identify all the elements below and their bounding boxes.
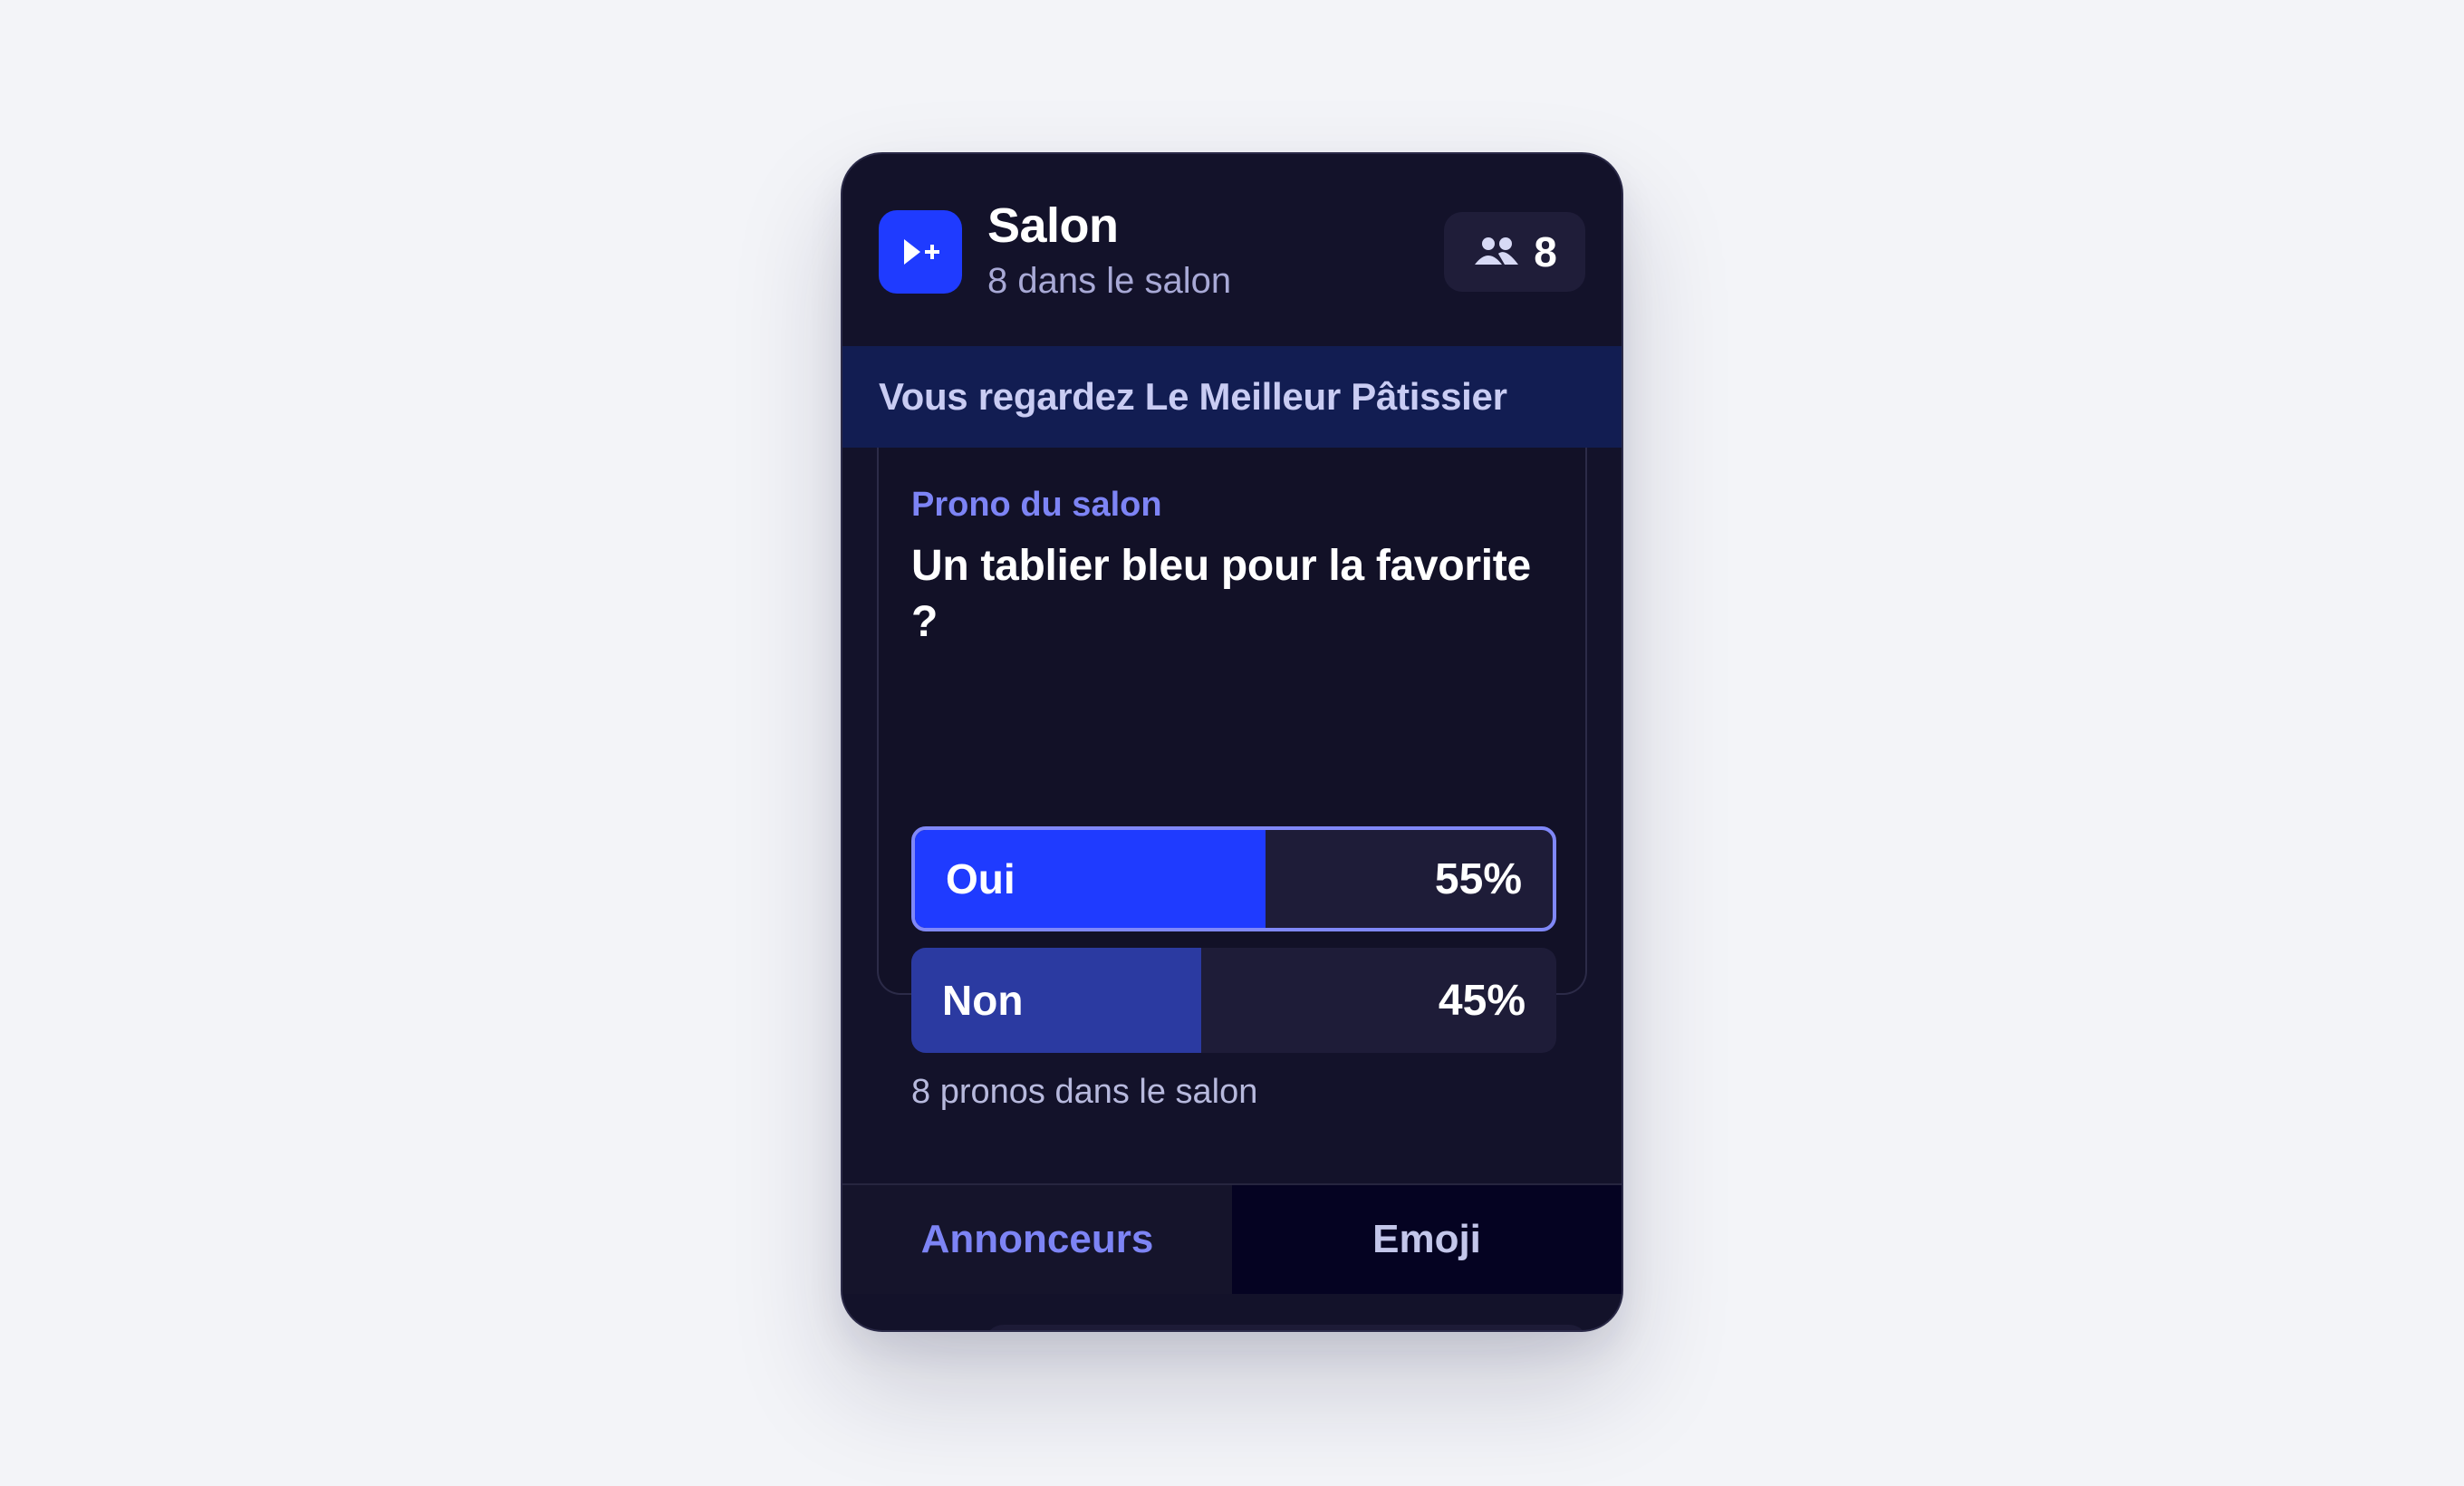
app-logo [879,210,962,294]
poll-card: Prono du salon Un tablier bleu pour la f… [877,448,1587,1111]
poll-option-label: Oui [946,855,1015,902]
tab-emoji[interactable]: Emoji [1232,1185,1622,1294]
poll-question: Un tablier bleu pour la favorite ? [911,542,1531,646]
poll-option-percent: 55% [1434,854,1522,903]
now-watching-banner: Vous regardez Le Meilleur Pâtissier [842,346,1622,448]
poll-option-oui[interactable]: Oui 55% [911,826,1556,931]
message-composer [984,1325,1589,1330]
users-icon [1475,237,1519,265]
tab-bar: Annonceurs Emoji [842,1183,1622,1294]
header: Salon 8 dans le salon 8 [842,154,1622,346]
room-subtitle: 8 dans le salon [987,261,1232,301]
poll-option-percent: 45% [1438,976,1526,1025]
message-input[interactable] [1015,1325,1471,1330]
poll-option-label: Non [942,977,1024,1024]
tab-annonceurs[interactable]: Annonceurs [842,1185,1232,1294]
salon-panel: Salon 8 dans le salon 8 Vous regardez Le… [841,152,1623,1332]
play-plus-icon [904,239,939,265]
poll-vote-count: 8 pronos dans le salon [911,1073,1258,1111]
now-watching-text: Vous regardez Le Meilleur Pâtissier [879,375,1507,418]
member-count: 8 [1534,228,1557,275]
poll-kicker: Prono du salon [911,486,1162,524]
poll-option-non[interactable]: Non 45% [911,948,1556,1053]
room-title: Salon [987,198,1119,253]
members-button[interactable]: 8 [1444,212,1585,292]
